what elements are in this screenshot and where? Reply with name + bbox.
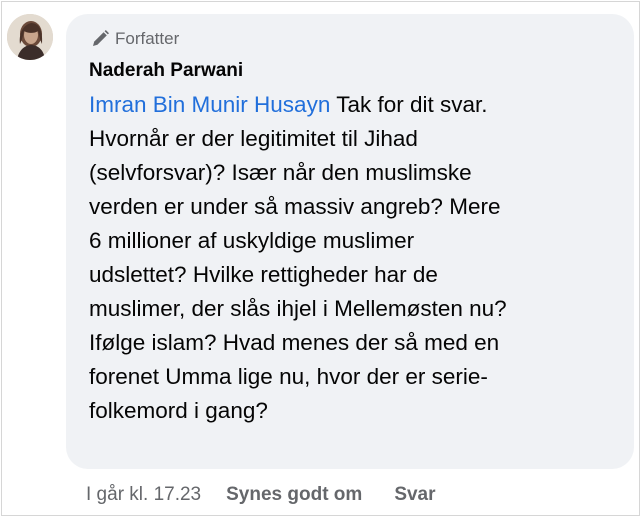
like-button[interactable]: Synes godt om [226,484,362,506]
avatar[interactable] [7,14,53,60]
comment-line: (selvforsvar)? Især når den muslimske [89,160,472,185]
comment-bubble: Forfatter Naderah Parwani Imran Bin Muni… [66,14,634,469]
comment-line: verden er under så massiv angreb? Mere [89,194,501,219]
comment-line: udslettet? Hvilke rettigheder har de [89,262,438,287]
avatar-image [7,14,53,60]
author-badge-label: Forfatter [115,29,180,48]
reply-button[interactable]: Svar [394,484,435,506]
comment-line: Tak for dit svar. [330,92,488,117]
comment-frame: Forfatter Naderah Parwani Imran Bin Muni… [1,1,640,516]
comment-line: folkemord i gang? [89,398,268,423]
comment-text: Imran Bin Munir Husayn Tak for dit svar.… [89,88,629,428]
comment-line: Hvornår er der legitimitet til Jihad [89,126,418,151]
comment-actions: I går kl. 17.23 Synes godt om Svar [86,482,468,508]
comment-line: muslimer, der slås ihjel i Mellemøsten n… [89,296,507,321]
comment-line: Ifølge islam? Hvad menes der så med en [89,330,500,355]
mention-link[interactable]: Imran Bin Munir Husayn [89,92,330,117]
comment-line: 6 millioner af uskyldige muslimer [89,228,415,253]
timestamp-link[interactable]: I går kl. 17.23 [86,484,201,506]
pen-icon [89,28,111,50]
author-badge: Forfatter [89,28,622,50]
author-name[interactable]: Naderah Parwani [89,59,622,83]
comment-line: forenet Umma lige nu, hvor der er serie- [89,364,488,389]
